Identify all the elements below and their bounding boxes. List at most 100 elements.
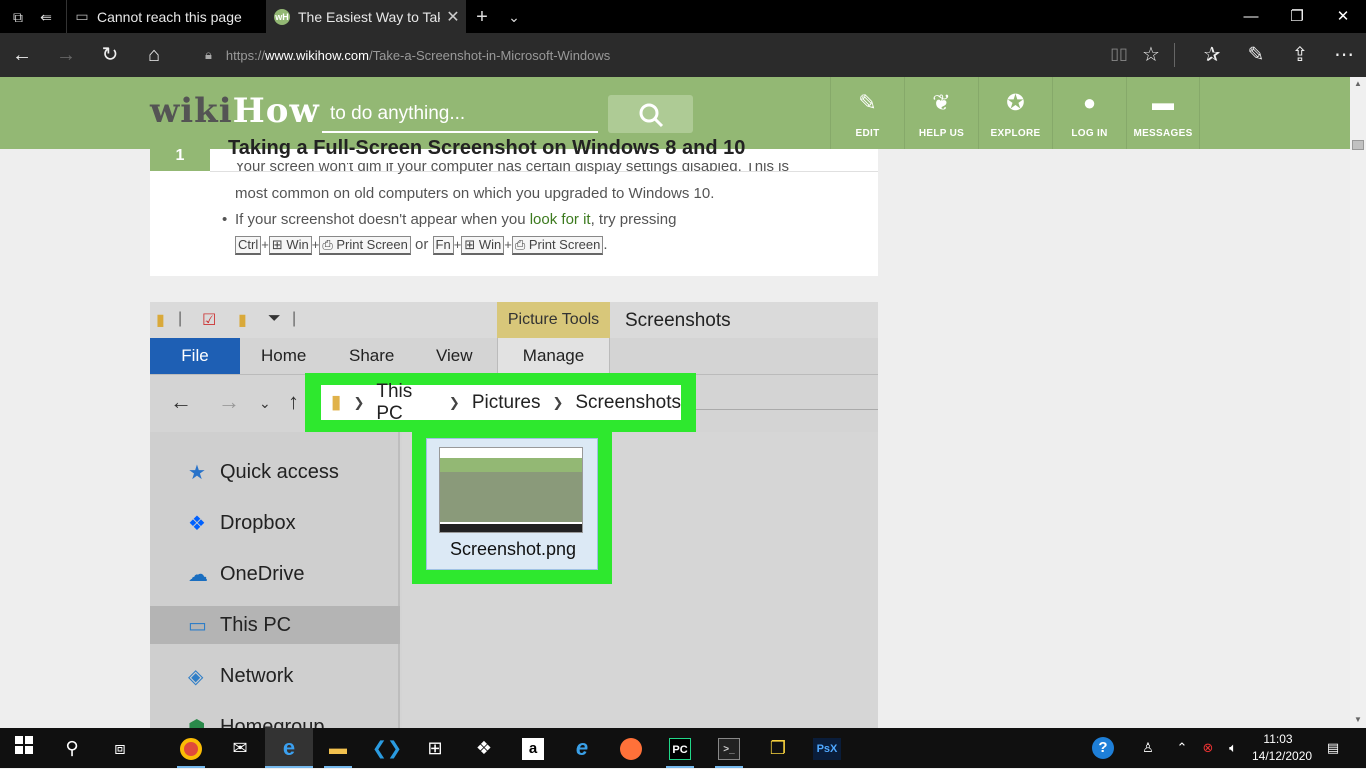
task-view-button[interactable]: ⧈ (96, 728, 144, 768)
taskbar-edge[interactable]: e (265, 728, 313, 768)
taskbar-chrome[interactable] (167, 728, 215, 768)
chat-icon: ▬ (1152, 90, 1174, 115)
taskbar-file-explorer[interactable]: ▬ (314, 728, 362, 768)
store-icon: ⊞ (427, 738, 443, 758)
restore-button[interactable]: ❐ (1274, 0, 1320, 33)
pycharm-icon: PC (669, 738, 691, 761)
chevron-right-icon: ❯ (552, 394, 564, 410)
url-host: www.wikihow.com (264, 47, 369, 63)
forward-button[interactable]: → (44, 33, 88, 77)
wikihow-favicon-icon: wH (274, 8, 290, 25)
key-fn: Fn (432, 236, 454, 255)
taskbar-photoshop-express[interactable]: PsX (803, 728, 851, 768)
sidebar-item-network: ◈ Network (188, 657, 400, 695)
dropbox-icon: ❖ (475, 738, 493, 758)
internet-explorer-icon: e (575, 735, 589, 760)
picture-tools-label: Picture Tools (497, 302, 610, 338)
taskbar-internet-explorer[interactable]: e (558, 728, 606, 768)
customize-qa-icon: ⏷ (268, 310, 281, 327)
address-bar[interactable]: 🔒︎ https://www.wikihow.com/Take-a-Screen… (205, 45, 610, 65)
homegroup-icon: ⬢ (188, 716, 206, 729)
new-tab-icon[interactable]: + (472, 7, 492, 27)
taskbar-mail[interactable]: ✉ (216, 728, 264, 768)
search-input[interactable]: to do anything... (322, 99, 598, 133)
look-for-it-link[interactable]: look for it (530, 211, 591, 228)
refresh-button[interactable]: ↻ (88, 33, 132, 77)
text-line-1: Your screen won't dim if your computer h… (235, 163, 789, 175)
close-window-button[interactable]: ✕ (1320, 0, 1366, 33)
new-folder-icon: ▮ (238, 312, 247, 329)
taskbar-store[interactable]: ⊞ (411, 728, 459, 768)
text-line-3: If your screenshot doesn't appear when y… (235, 211, 676, 228)
file-thumbnail (439, 447, 583, 533)
page-scrollbar[interactable]: ▲ ▼ (1350, 77, 1366, 728)
sidebar-item-quick-access: ★ Quick access (188, 453, 400, 491)
nav-log-in[interactable]: ● LOG IN (1052, 77, 1126, 149)
text: , try pressing (590, 211, 677, 228)
computer-icon: ▭ (188, 614, 207, 637)
nav-explore[interactable]: ✪ EXPLORE (978, 77, 1052, 149)
minimize-button[interactable]: — (1228, 0, 1274, 33)
more-icon[interactable]: ⋯ (1322, 33, 1366, 77)
folder-icon: ▬ (329, 738, 347, 758)
back-button[interactable]: ← (0, 33, 44, 77)
explorer-address-bar: ▮ ❯ This PC ❯ Pictures ❯ Screenshots (321, 381, 681, 424)
url-path: /Take-a-Screenshot-in-Microsoft-Windows (368, 47, 611, 63)
search-taskbar-button[interactable]: ⚲ (48, 728, 96, 768)
nav-label: LOG IN (1071, 128, 1108, 139)
taskbar-dropbox[interactable]: ❖ (460, 728, 508, 768)
nav-label: MESSAGES (1133, 128, 1193, 139)
back-arrow-icon: ← (170, 389, 192, 414)
home-button[interactable]: ⌂ (132, 33, 176, 77)
favorite-star-icon[interactable]: ☆ (1129, 33, 1173, 77)
taskbar-python[interactable]: ❐ (754, 728, 802, 768)
cloud-icon: ☁ (188, 563, 208, 586)
scroll-down-icon[interactable]: ▼ (1354, 715, 1362, 724)
windows-logo-icon (15, 736, 33, 754)
scroll-thumb[interactable] (1352, 140, 1364, 150)
network-icon: ◈ (188, 665, 204, 688)
share-icon[interactable]: ⇪ (1278, 33, 1322, 77)
period: . (603, 236, 608, 253)
favorites-hub-icon[interactable]: ✰ (1190, 33, 1234, 77)
taskbar-amazon[interactable]: a (509, 728, 557, 768)
key-win: ⊞ Win (461, 236, 505, 255)
sprout-icon: ❦ (932, 90, 951, 115)
show-hidden-icons-chevron-icon[interactable]: ⌃ (1174, 728, 1190, 768)
taskbar-terminal[interactable]: >_ (705, 728, 753, 768)
start-button[interactable] (0, 728, 48, 768)
search-button[interactable] (608, 95, 693, 133)
sidebar-label: Network (220, 664, 294, 687)
scroll-up-icon[interactable]: ▲ (1354, 79, 1362, 88)
url-prefix: https:// (225, 47, 265, 63)
taskbar-firefox[interactable] (607, 728, 655, 768)
compass-icon: ✪ (1006, 90, 1025, 115)
nav-edit[interactable]: ✎ EDIT (830, 77, 904, 149)
step-number: 1 (150, 149, 210, 171)
tab-preview-chevron-icon[interactable]: ⌄ (504, 7, 524, 27)
pen-icon[interactable]: ✎ (1234, 33, 1278, 77)
step-card: 1 Taking a Full-Screen Screenshot on Win… (150, 139, 878, 276)
help-tray-button[interactable]: ? (1090, 728, 1116, 768)
wikihow-logo[interactable]: wikiHow (150, 91, 320, 131)
tab-wikihow[interactable]: wH The Easiest Way to Take ✕ (266, 0, 466, 33)
action-center-icon[interactable]: ▤ (1320, 728, 1346, 768)
tab-title: Cannot reach this page (97, 8, 242, 25)
tab-list-icon[interactable]: ⧉ (8, 7, 28, 27)
key-win: ⊞ Win (268, 236, 312, 255)
taskbar-clock[interactable]: 11:03 14/12/2020 (1252, 731, 1313, 765)
tab-view: View (436, 346, 473, 365)
tab-cannot-reach[interactable]: ▭ Cannot reach this page (66, 0, 266, 33)
nav-help-us[interactable]: ❦ HELP US (904, 77, 978, 149)
key-ctrl: Ctrl (235, 236, 262, 255)
volume-icon[interactable]: 🔈︎ (1222, 728, 1244, 768)
people-icon[interactable]: ♙ (1138, 728, 1158, 768)
taskbar-pycharm[interactable]: PC (656, 728, 704, 768)
set-aside-tabs-icon[interactable]: ⇚ (36, 7, 56, 27)
close-tab-icon[interactable]: ✕ (440, 7, 466, 27)
nav-messages[interactable]: ▬ MESSAGES (1126, 77, 1200, 149)
python-icon: ❐ (769, 738, 787, 758)
network-disconnected-icon[interactable]: ⊗ (1198, 728, 1218, 768)
taskbar-vscode[interactable]: ❮❯ (363, 728, 411, 768)
clock-date: 14/12/2020 (1252, 749, 1313, 763)
